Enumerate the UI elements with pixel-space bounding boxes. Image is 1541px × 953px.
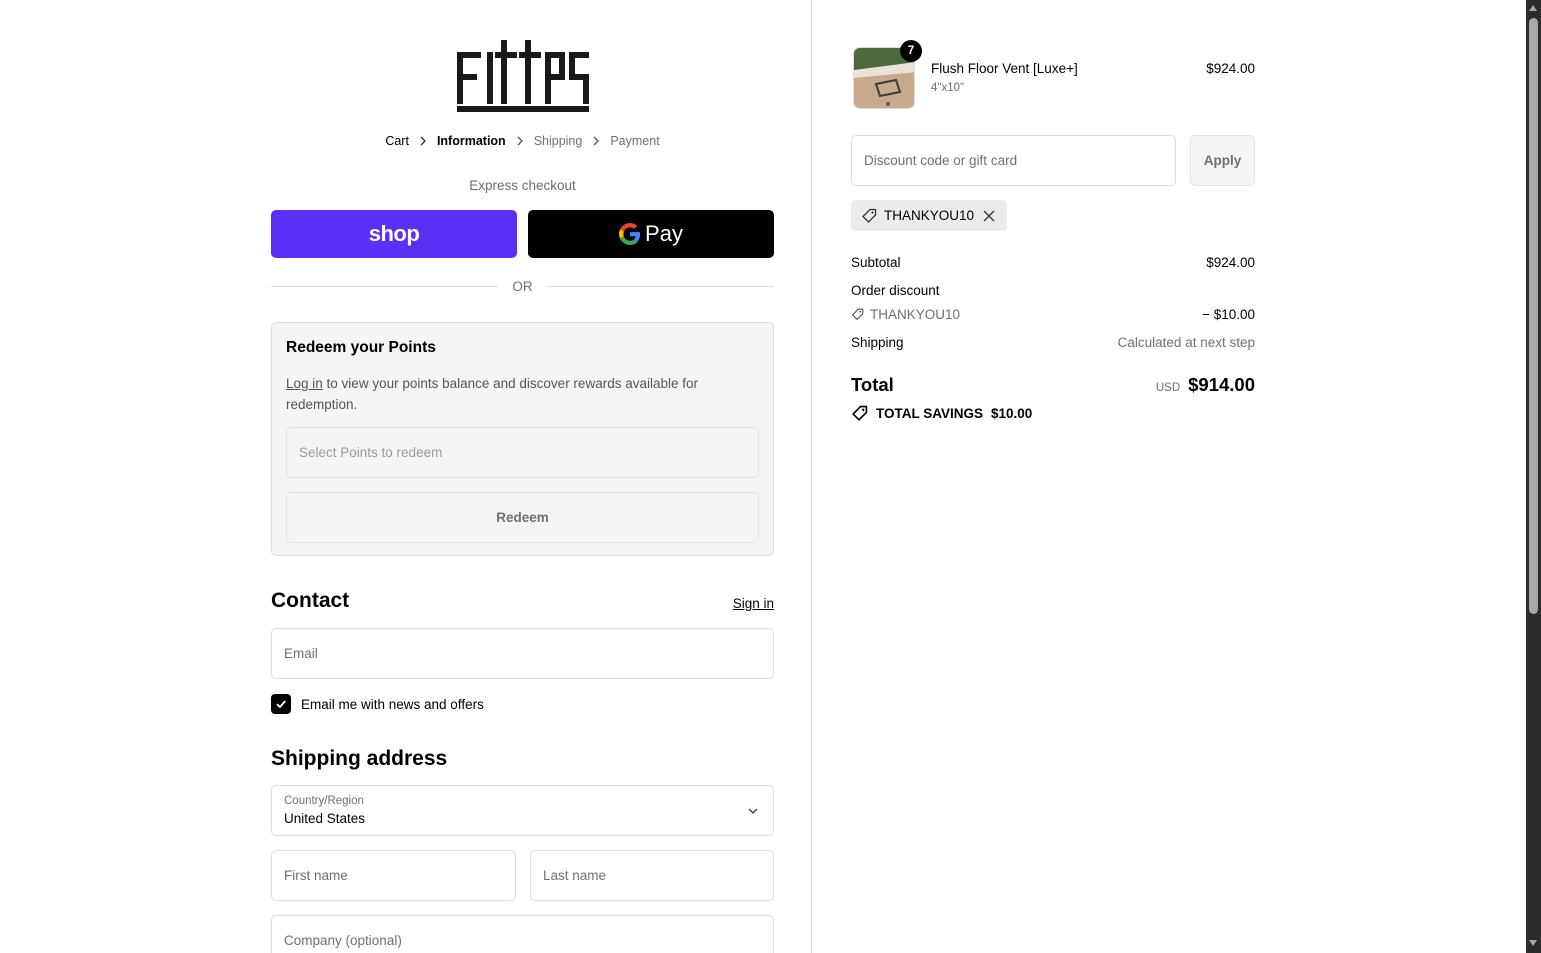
chevron-right-icon <box>409 136 437 146</box>
discount-code-placeholder: Discount code or gift card <box>864 153 1018 168</box>
subtotal-row: Subtotal $924.00 <box>851 255 1255 270</box>
shipping-label: Shipping <box>851 335 904 350</box>
chevron-right-icon <box>506 136 534 146</box>
scroll-down-icon[interactable] <box>1529 940 1537 946</box>
shipping-value: Calculated at next step <box>1117 335 1255 350</box>
redeem-points-title: Redeem your Points <box>286 339 436 356</box>
first-name-field[interactable] <box>271 850 516 901</box>
breadcrumb-information: Information <box>436 134 506 148</box>
quantity-badge: 7 <box>900 40 922 62</box>
contact-title: Contact <box>271 589 350 612</box>
express-checkout-label: Express checkout <box>469 178 576 193</box>
country-select[interactable]: Country/Region United States <box>271 785 774 836</box>
total-value-group: USD $914.00 <box>1156 374 1255 396</box>
google-pay-button[interactable]: Pay <box>528 210 774 258</box>
discount-code-line: THANKYOU10 <box>851 307 960 322</box>
product-variant: 4"x10" <box>931 82 965 94</box>
scrollbar-thumb[interactable] <box>1529 18 1538 614</box>
total-savings-value: $10.00 <box>991 406 1033 421</box>
newsletter-checkbox[interactable] <box>271 694 291 714</box>
shipping-address-title: Shipping address <box>271 747 448 770</box>
first-name-input[interactable] <box>284 868 503 883</box>
country-value: United States <box>284 811 366 826</box>
chevron-right-icon <box>582 136 610 146</box>
applied-code-chip: THANKYOU10 <box>851 200 1008 231</box>
shipping-row: Shipping Calculated at next step <box>851 335 1255 350</box>
breadcrumb-shipping: Shipping <box>533 134 583 148</box>
breadcrumb-cart[interactable]: Cart <box>385 134 409 148</box>
apply-discount-button[interactable]: Apply <box>1190 135 1255 186</box>
email-field[interactable] <box>271 628 774 679</box>
order-discount-row: Order discount <box>851 283 1255 298</box>
tag-icon <box>851 405 868 422</box>
country-label: Country/Region <box>284 795 364 807</box>
shop-pay-label: shop <box>368 221 420 246</box>
google-pay-label: Pay <box>645 221 683 246</box>
redeem-button-label: Redeem <box>496 510 549 525</box>
login-link[interactable]: Log in <box>286 376 323 391</box>
sign-in-link[interactable]: Sign in <box>700 596 774 611</box>
last-name-field[interactable] <box>530 850 774 901</box>
subtotal-label: Subtotal <box>851 255 901 270</box>
points-select-placeholder: Select Points to redeem <box>299 445 443 460</box>
chevron-down-icon <box>748 808 758 814</box>
last-name-input[interactable] <box>543 868 761 883</box>
close-icon[interactable] <box>981 208 997 224</box>
product-name: Flush Floor Vent [Luxe+] <box>931 61 1078 76</box>
applied-code-text: THANKYOU10 <box>884 208 975 223</box>
discount-code-name: THANKYOU10 <box>870 307 961 322</box>
discount-code-row: THANKYOU10 − $10.00 <box>851 307 1255 322</box>
order-discount-label: Order discount <box>851 283 940 298</box>
subtotal-value: $924.00 <box>1206 255 1255 270</box>
redeem-points-text: to view your points balance and discover… <box>286 376 698 412</box>
apply-button-label: Apply <box>1203 153 1242 168</box>
check-icon <box>276 700 286 709</box>
company-field[interactable] <box>271 915 774 953</box>
brand-logo[interactable] <box>455 36 591 116</box>
product-price: $924.00 <box>1206 61 1255 76</box>
discount-code-field[interactable]: Discount code or gift card <box>851 135 1176 186</box>
scroll-up-icon[interactable] <box>1529 5 1537 11</box>
total-currency: USD <box>1155 382 1181 394</box>
discount-value: − $10.00 <box>1202 307 1255 322</box>
or-text: OR <box>512 278 533 294</box>
redeem-button[interactable]: Redeem <box>286 492 759 543</box>
checkout-main-panel: Cart Information Shipping Payment Expres… <box>0 0 812 953</box>
total-savings-row: TOTAL SAVINGS $10.00 <box>851 405 1032 422</box>
points-select[interactable]: Select Points to redeem <box>286 427 759 478</box>
breadcrumb-payment: Payment <box>610 134 660 148</box>
google-g-icon <box>619 223 641 245</box>
redeem-points-description: Log in to view your points balance and d… <box>286 373 756 415</box>
page-scrollbar[interactable] <box>1526 0 1541 953</box>
company-input[interactable] <box>284 933 761 948</box>
total-savings-label: TOTAL SAVINGS <box>876 406 984 421</box>
total-label: Total <box>851 374 894 395</box>
newsletter-option[interactable]: Email me with news and offers <box>271 694 484 714</box>
shop-pay-button[interactable]: shop <box>271 210 517 258</box>
newsletter-label: Email me with news and offers <box>301 696 484 712</box>
email-input[interactable] <box>284 646 761 661</box>
breadcrumb: Cart Information Shipping Payment <box>271 132 774 150</box>
or-divider: OR <box>271 276 774 296</box>
total-row: Total USD $914.00 <box>851 374 1255 396</box>
tag-icon <box>851 308 864 321</box>
tag-icon <box>862 208 877 223</box>
redeem-points-panel: Redeem your Points Log in to view your p… <box>271 322 774 556</box>
total-amount: $914.00 <box>1188 374 1255 395</box>
